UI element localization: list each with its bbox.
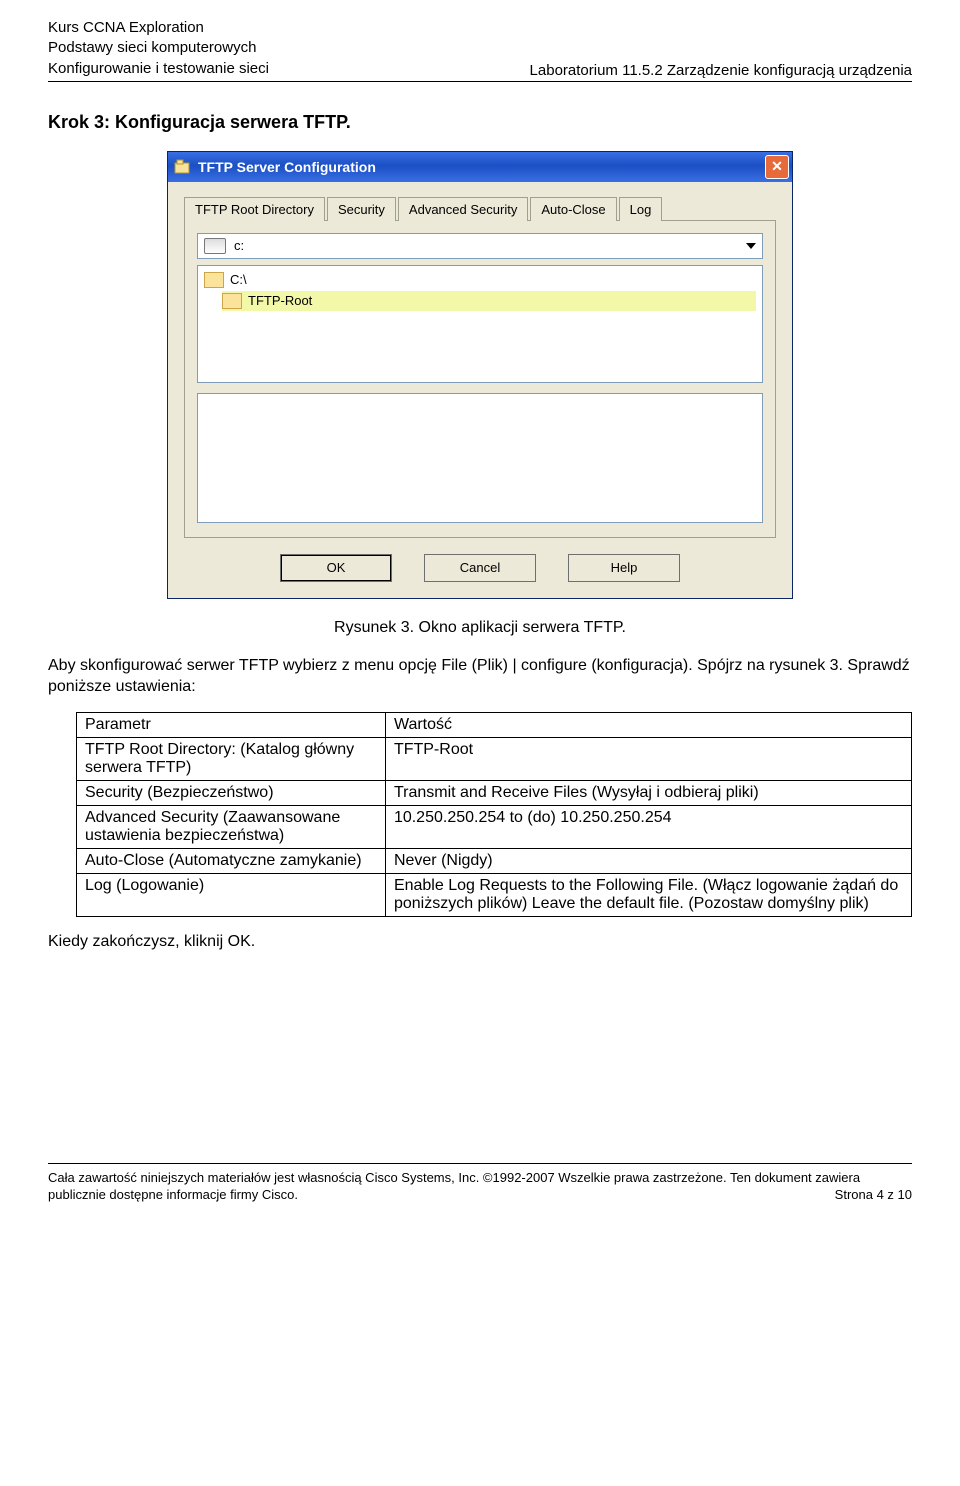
close-button[interactable]: ✕ — [765, 155, 789, 179]
app-icon — [174, 159, 192, 175]
table-row: Log (Logowanie) Enable Log Requests to t… — [77, 873, 912, 916]
button-row: OK Cancel Help — [184, 554, 776, 582]
folder-icon — [222, 293, 242, 309]
cell-param: Security (Bezpieczeństwo) — [77, 780, 386, 805]
lower-panel — [197, 393, 763, 523]
header-left-1: Kurs CCNA Exploration — [48, 18, 269, 38]
footer-line1: Cała zawartość niniejszych materiałów je… — [48, 1169, 912, 1187]
step-title: Krok 3: Konfiguracja serwera TFTP. — [48, 112, 912, 133]
tree-label-c: C:\ — [230, 270, 247, 291]
titlebar: TFTP Server Configuration ✕ — [168, 152, 792, 182]
tab-strip: TFTP Root Directory Security Advanced Se… — [184, 196, 776, 220]
cell-value: 10.250.250.254 to (do) 10.250.250.254 — [385, 805, 911, 848]
tree-label-tftproot: TFTP-Root — [248, 291, 312, 312]
th-wartosc: Wartość — [385, 712, 911, 737]
tree-row-c[interactable]: C:\ — [204, 270, 756, 291]
window-body: TFTP Root Directory Security Advanced Se… — [168, 182, 792, 598]
cell-value: Never (Nigdy) — [385, 848, 911, 873]
disk-icon — [204, 238, 226, 254]
cell-value: TFTP-Root — [385, 737, 911, 780]
folder-tree[interactable]: C:\ TFTP-Root — [197, 265, 763, 383]
tab-auto-close[interactable]: Auto-Close — [530, 197, 616, 221]
paragraph-2: Kiedy zakończysz, kliknij OK. — [48, 931, 912, 953]
doc-header: Kurs CCNA Exploration Podstawy sieci kom… — [48, 18, 912, 82]
table-row: Security (Bezpieczeństwo) Transmit and R… — [77, 780, 912, 805]
drive-label: c: — [234, 238, 244, 253]
paragraph-1: Aby skonfigurować serwer TFTP wybierz z … — [48, 655, 912, 698]
tab-log[interactable]: Log — [619, 197, 663, 221]
tab-advanced-security[interactable]: Advanced Security — [398, 197, 528, 221]
th-parametr: Parametr — [77, 712, 386, 737]
folder-icon — [204, 272, 224, 288]
cell-param: TFTP Root Directory: (Katalog główny ser… — [77, 737, 386, 780]
cell-param: Advanced Security (Zaawansowane ustawien… — [77, 805, 386, 848]
header-left-2: Podstawy sieci komputerowych — [48, 38, 269, 58]
tab-security[interactable]: Security — [327, 197, 396, 221]
cell-param: Auto-Close (Automatyczne zamykanie) — [77, 848, 386, 873]
chevron-down-icon — [746, 243, 756, 249]
figure-caption: Rysunek 3. Okno aplikacji serwera TFTP. — [48, 619, 912, 637]
table-row: Auto-Close (Automatyczne zamykanie) Neve… — [77, 848, 912, 873]
cancel-button[interactable]: Cancel — [424, 554, 536, 582]
params-table: Parametr Wartość TFTP Root Directory: (K… — [76, 712, 912, 917]
window-title: TFTP Server Configuration — [198, 159, 765, 175]
footer-page-number: Strona 4 z 10 — [835, 1186, 912, 1204]
header-left-3: Konfigurowanie i testowanie sieci — [48, 59, 269, 79]
footer-divider — [48, 1163, 912, 1165]
footer-line2-left: publicznie dostępne informacje firmy Cis… — [48, 1186, 298, 1204]
cell-value: Transmit and Receive Files (Wysyłaj i od… — [385, 780, 911, 805]
close-icon: ✕ — [771, 158, 783, 175]
dialog-window: TFTP Server Configuration ✕ TFTP Root Di… — [167, 151, 793, 599]
header-left: Kurs CCNA Exploration Podstawy sieci kom… — [48, 18, 269, 79]
cell-value: Enable Log Requests to the Following Fil… — [385, 873, 911, 916]
help-button[interactable]: Help — [568, 554, 680, 582]
tab-panel: c: C:\ TFTP-Root — [184, 220, 776, 538]
ok-button[interactable]: OK — [280, 554, 392, 582]
cell-param: Log (Logowanie) — [77, 873, 386, 916]
header-right: Laboratorium 11.5.2 Zarządzenie konfigur… — [530, 62, 912, 79]
tree-row-tftproot[interactable]: TFTP-Root — [222, 291, 756, 312]
footer: Cała zawartość niniejszych materiałów je… — [48, 1163, 912, 1204]
table-header-row: Parametr Wartość — [77, 712, 912, 737]
table-row: Advanced Security (Zaawansowane ustawien… — [77, 805, 912, 848]
drive-select[interactable]: c: — [197, 233, 763, 259]
tab-root-directory[interactable]: TFTP Root Directory — [184, 197, 325, 221]
table-row: TFTP Root Directory: (Katalog główny ser… — [77, 737, 912, 780]
